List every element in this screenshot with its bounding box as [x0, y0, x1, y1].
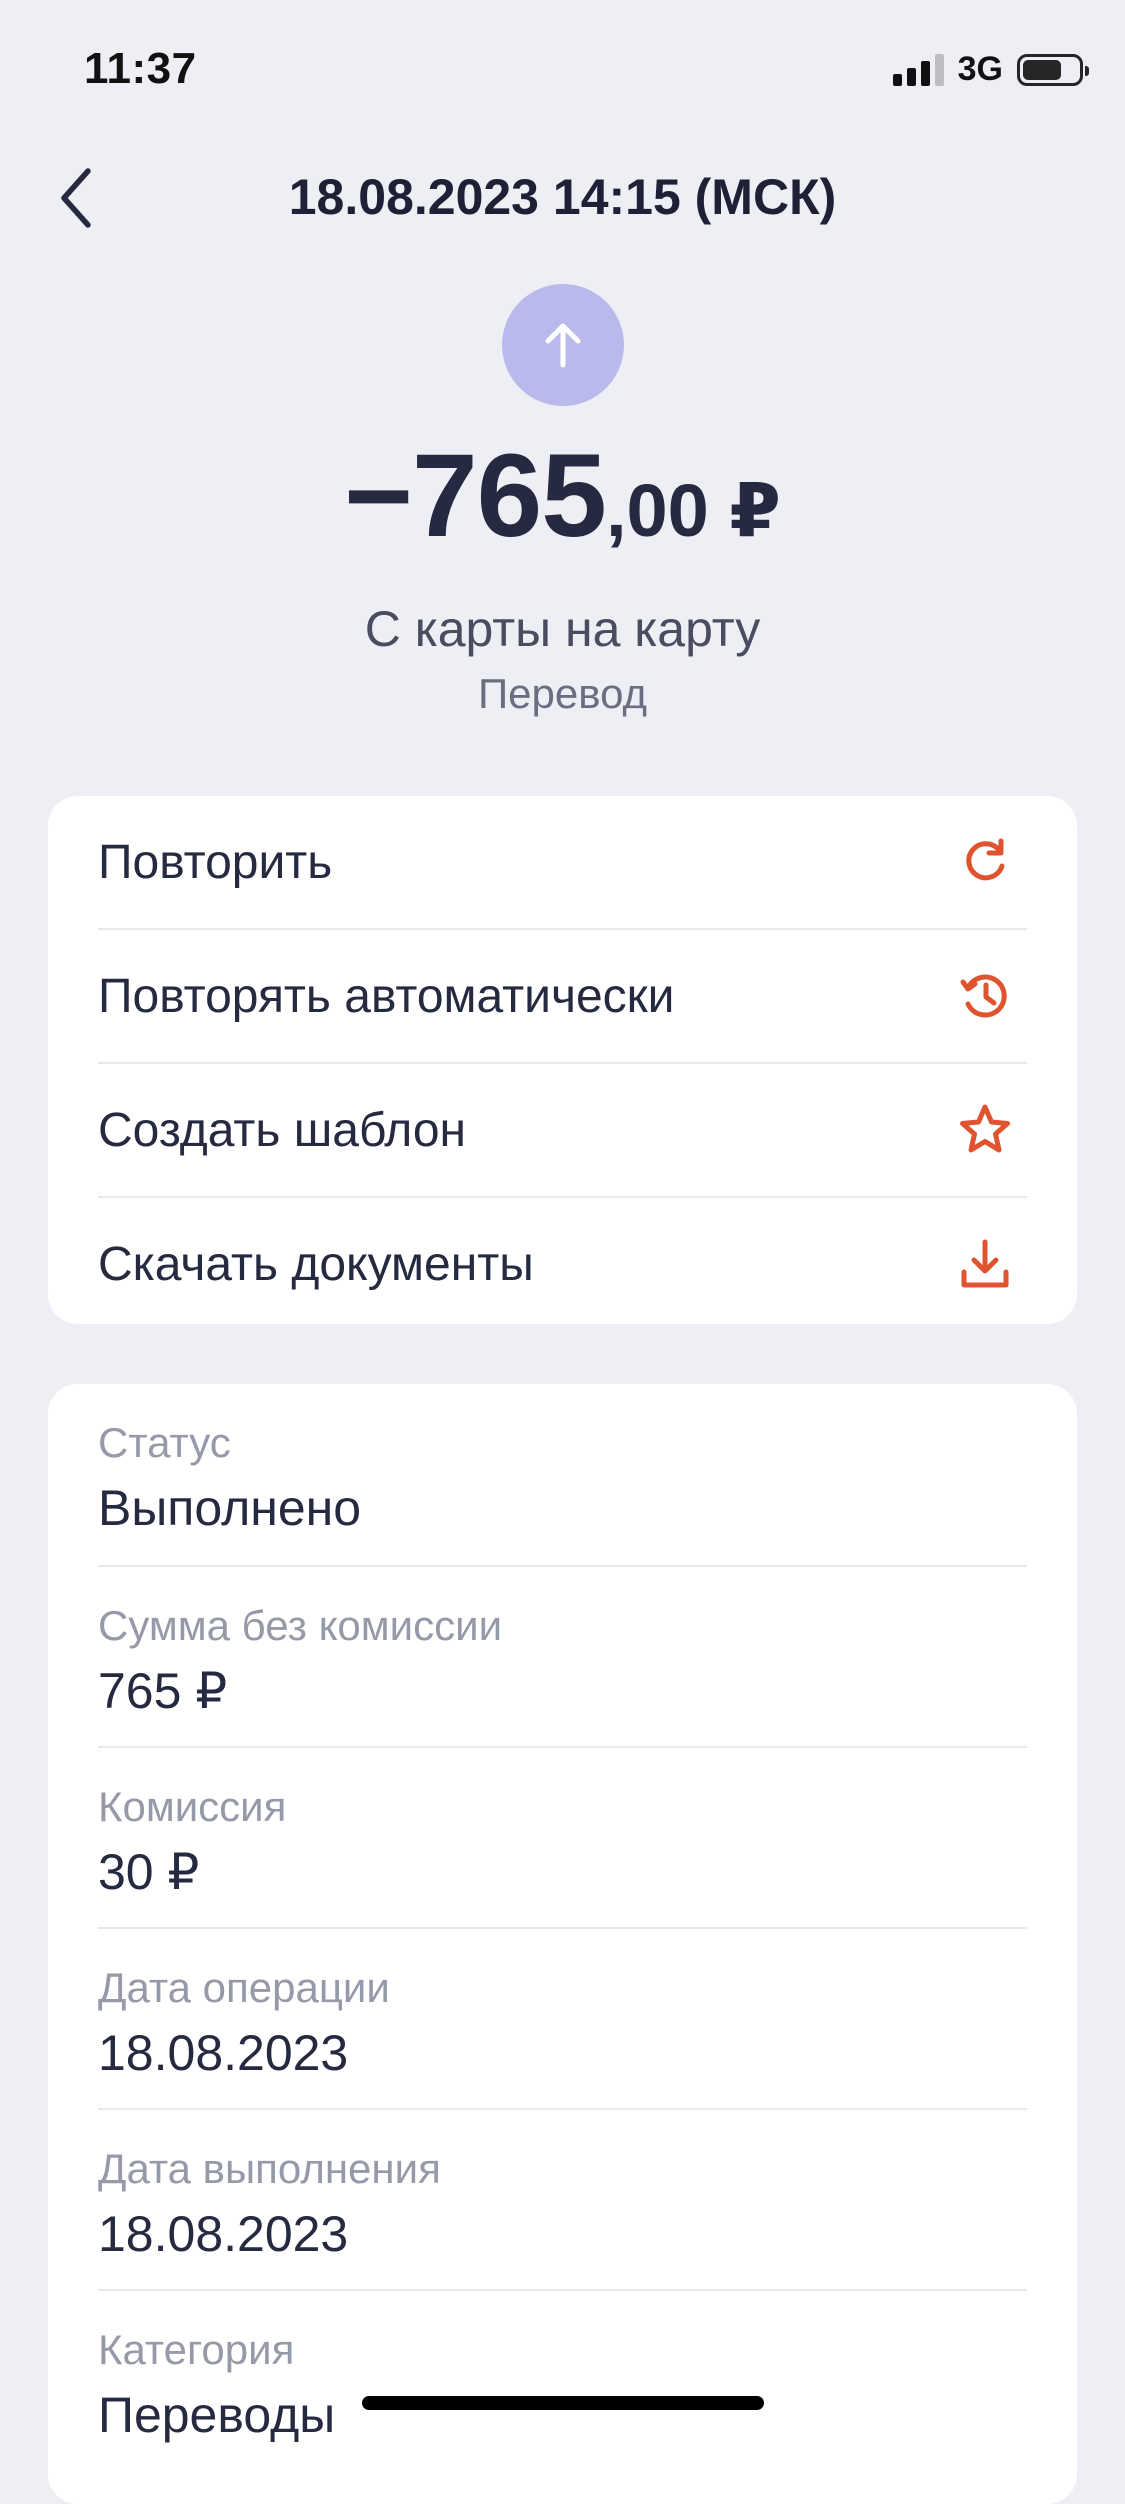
detail-value: 765 ₽	[98, 1663, 228, 1720]
detail-row-execution-date: Дата выполнения 18.08.2023	[98, 2108, 1027, 2289]
download-documents-button[interactable]: Скачать документы	[98, 1196, 1027, 1330]
home-indicator[interactable]	[362, 2396, 764, 2410]
detail-label: Сумма без комиссии	[98, 1602, 503, 1649]
arrow-up-icon	[545, 323, 581, 368]
operation-amount: −765,00 ₽	[0, 428, 1125, 564]
repeat-button[interactable]: Повторить	[98, 796, 1027, 928]
repeat-automatically-button[interactable]: Повторять автоматически	[98, 928, 1027, 1062]
repeat-label: Повторить	[98, 835, 333, 889]
amount-main: −765	[344, 430, 607, 562]
detail-value: Переводы	[98, 2387, 336, 2444]
cellular-signal-icon	[892, 53, 944, 86]
status-time: 11:37	[84, 44, 197, 93]
repeat-icon	[955, 832, 1015, 892]
detail-label: Дата выполнения	[98, 2145, 441, 2192]
detail-label: Статус	[98, 1419, 231, 1466]
detail-row-status: Статус Выполнено	[98, 1384, 1027, 1565]
operation-type-icon	[502, 284, 624, 406]
detail-row-category[interactable]: Категория Переводы	[98, 2289, 1027, 2470]
detail-value: 18.08.2023	[98, 2025, 349, 2082]
detail-value: 18.08.2023	[98, 2206, 349, 2263]
create-template-button[interactable]: Создать шаблон	[98, 1062, 1027, 1196]
detail-value: 30 ₽	[98, 1844, 200, 1901]
back-button[interactable]	[36, 158, 116, 238]
status-indicators: 3G	[892, 50, 1089, 89]
network-type-label: 3G	[957, 50, 1003, 88]
star-icon	[955, 1100, 1015, 1160]
repeat-automatically-label: Повторять автоматически	[98, 969, 675, 1023]
detail-label: Категория	[98, 2326, 295, 2373]
detail-label: Комиссия	[98, 1783, 287, 1830]
create-template-label: Создать шаблон	[98, 1103, 467, 1157]
detail-value: Выполнено	[98, 1480, 362, 1537]
history-icon	[955, 966, 1015, 1026]
page-title: 18.08.2023 14:15 (МСК)	[288, 169, 837, 225]
detail-row-operation-date: Дата операции 18.08.2023	[98, 1927, 1027, 2108]
chevron-left-icon	[61, 168, 91, 228]
detail-row-fee: Комиссия 30 ₽	[98, 1746, 1027, 1927]
battery-icon	[1017, 53, 1089, 86]
operation-title: С карты на карту	[364, 601, 761, 657]
status-bar: 11:37 3G	[0, 0, 1125, 140]
download-icon	[955, 1234, 1015, 1294]
actions-card: Повторить Повторять автоматически Создат…	[48, 796, 1077, 1324]
details-card: Статус Выполнено Сумма без комиссии 765 …	[48, 1384, 1077, 2504]
amount-fraction: ,00 ₽	[605, 469, 781, 552]
operation-subtitle: Перевод	[477, 670, 648, 717]
detail-row-amount: Сумма без комиссии 765 ₽	[98, 1565, 1027, 1746]
download-documents-label: Скачать документы	[98, 1237, 534, 1291]
detail-label: Дата операции	[98, 1964, 390, 2011]
